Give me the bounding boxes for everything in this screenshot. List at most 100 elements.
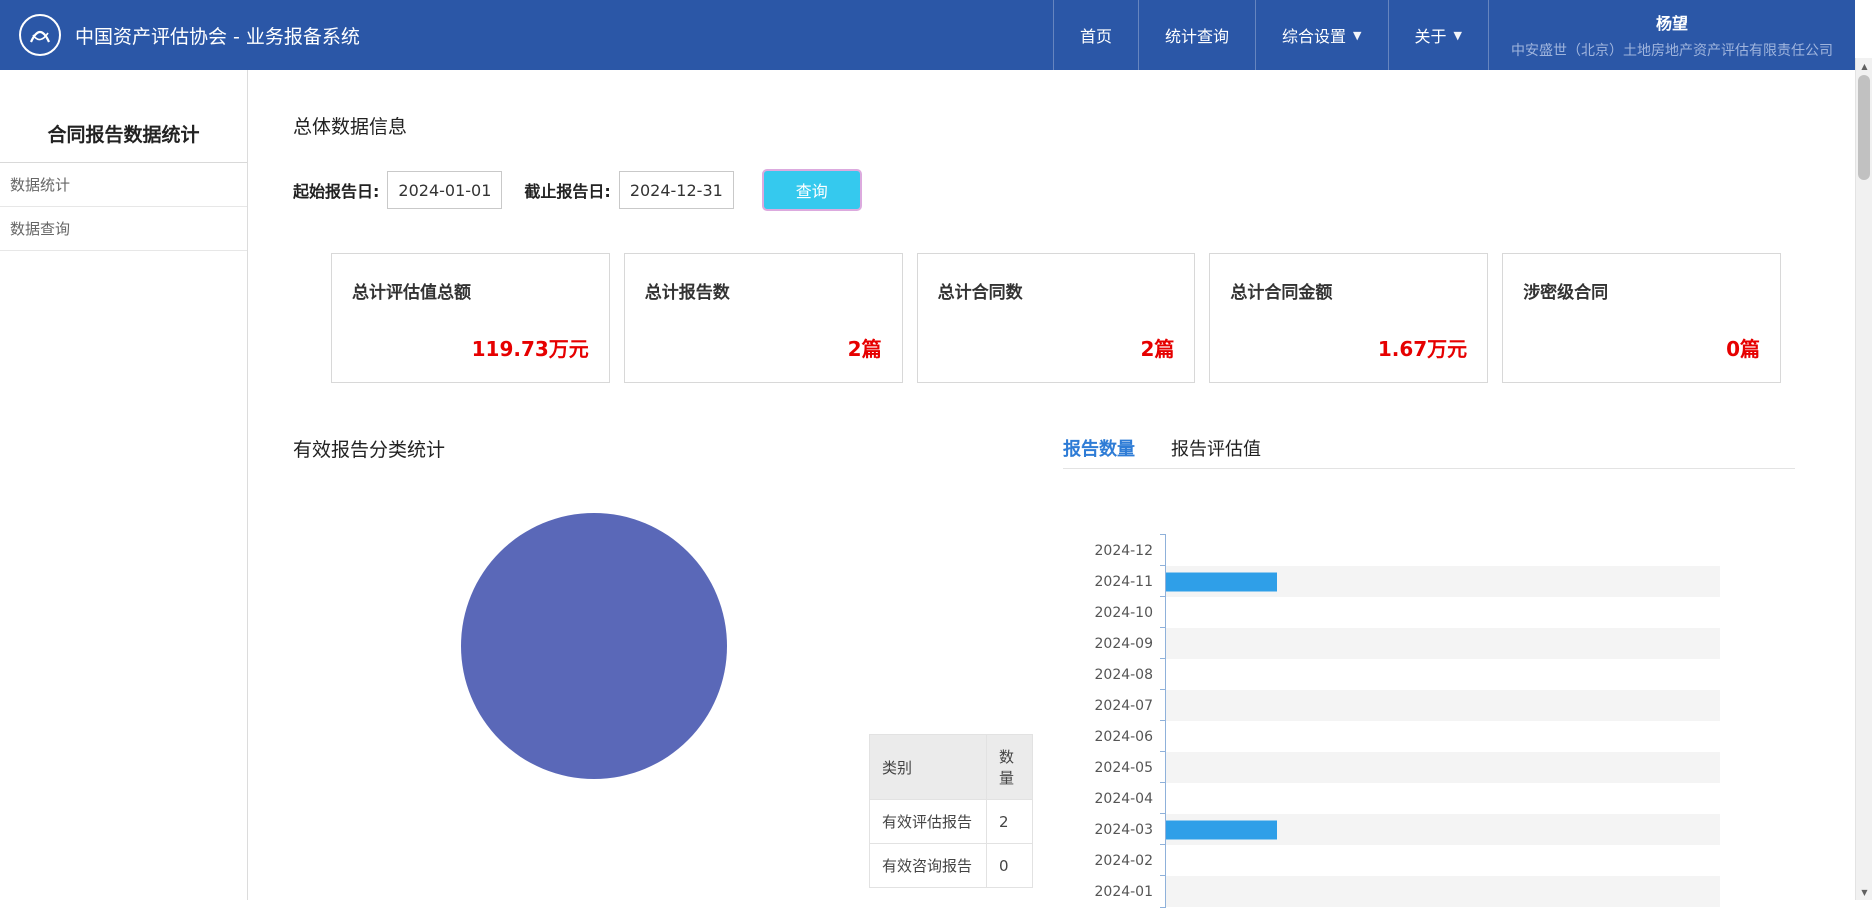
nav-item-label: 关于 <box>1414 27 1447 46</box>
user-company: 中安盛世（北京）土地房地产资产评估有限责任公司 <box>1511 43 1833 59</box>
bar-category-label: 2024-06 <box>1094 728 1154 745</box>
card-value: 2篇 <box>1140 337 1175 361</box>
card-confidential-contracts: 涉密级合同 0篇 <box>1502 253 1781 383</box>
bar <box>1166 572 1277 591</box>
app-title: 中国资产评估协会 - 业务报备系统 <box>75 25 360 48</box>
bar-category-label: 2024-05 <box>1094 759 1154 776</box>
bar-row: 2024-01 <box>1063 875 1720 908</box>
card-total-appraisal-value: 总计评估值总额 119.73万元 <box>331 253 610 383</box>
chart-tabs: 报告数量 报告评估值 <box>1063 435 1795 469</box>
pie-chart <box>461 513 727 779</box>
bar-track <box>1160 565 1720 597</box>
end-date-label: 截止报告日: <box>524 182 611 201</box>
bar-row: 2024-07 <box>1063 689 1720 721</box>
bar-row: 2024-03 <box>1063 813 1720 845</box>
bar-category-label: 2024-09 <box>1094 635 1154 652</box>
category-table: 类别 数量 有效评估报告 2 有效咨询报告 0 <box>869 734 1033 888</box>
chevron-down-icon: ▼ <box>1353 28 1362 42</box>
scrollbar-thumb[interactable] <box>1858 75 1870 180</box>
filter-bar: 起始报告日: 截止报告日: 查询 <box>293 169 1855 211</box>
card-total-reports: 总计报告数 2篇 <box>623 253 903 383</box>
scrollbar-track[interactable]: ▲ ▼ <box>1855 58 1872 900</box>
bar-track <box>1160 751 1720 783</box>
card-value: 0篇 <box>1726 337 1760 361</box>
bar-track <box>1160 782 1720 814</box>
bar-category-label: 2024-01 <box>1094 883 1154 900</box>
bar-category-label: 2024-08 <box>1094 666 1154 683</box>
bar-track <box>1160 534 1720 566</box>
category-cell: 有效咨询报告 <box>869 843 987 888</box>
bar <box>1166 820 1277 839</box>
scroll-up-icon[interactable]: ▲ <box>1856 58 1872 74</box>
card-value: 1.67万元 <box>1377 337 1468 361</box>
stat-cards: 总计评估值总额 119.73万元 总计报告数 2篇 总计合同数 2篇 总计合同金… <box>331 253 1781 383</box>
bar-row: 2024-02 <box>1063 844 1720 876</box>
start-date-label: 起始报告日: <box>293 182 380 201</box>
end-date-input[interactable] <box>618 171 734 209</box>
card-label: 总计报告数 <box>644 283 730 303</box>
page-layout: 合同报告数据统计 数据统计 数据查询 总体数据信息 起始报告日: 截止报告日: … <box>0 70 1855 908</box>
tab-report-value[interactable]: 报告评估值 <box>1171 435 1261 461</box>
count-cell: 0 <box>986 843 1033 888</box>
start-date-input[interactable] <box>387 171 503 209</box>
table-header-row: 类别 数量 <box>869 734 1033 800</box>
bar-track <box>1160 689 1720 721</box>
bar-category-label: 2024-03 <box>1094 821 1154 838</box>
bar-track <box>1160 813 1720 845</box>
category-cell: 有效评估报告 <box>869 799 987 844</box>
bar-category-label: 2024-12 <box>1094 542 1154 559</box>
bar-row: 2024-11 <box>1063 565 1720 597</box>
logo-icon <box>18 13 62 57</box>
bar-track <box>1160 658 1720 690</box>
scrollbar[interactable]: ▲ ▼ <box>1855 0 1872 900</box>
count-cell: 2 <box>986 799 1033 844</box>
table-row: 有效评估报告 2 <box>869 799 1033 844</box>
bar-row: 2024-10 <box>1063 596 1720 628</box>
query-button[interactable]: 查询 <box>761 169 862 211</box>
bar-track <box>1160 844 1720 876</box>
table-row: 有效咨询报告 0 <box>869 843 1033 888</box>
chevron-down-icon: ▼ <box>1453 28 1462 42</box>
bar-category-label: 2024-04 <box>1094 790 1154 807</box>
nav-item-label: 统计查询 <box>1165 27 1230 46</box>
bar-row: 2024-04 <box>1063 782 1720 814</box>
nav-item-settings[interactable]: 综合设置 ▼ <box>1255 0 1387 70</box>
card-total-contracts: 总计合同数 2篇 <box>916 253 1196 383</box>
card-total-contract-amount: 总计合同金额 1.67万元 <box>1209 253 1489 383</box>
card-value: 2篇 <box>847 337 882 361</box>
nav-item-stats-query[interactable]: 统计查询 <box>1138 0 1255 70</box>
sidebar-title: 合同报告数据统计 <box>0 120 247 163</box>
sidebar-item-data-stats[interactable]: 数据统计 <box>0 163 247 207</box>
sidebar: 合同报告数据统计 数据统计 数据查询 <box>0 70 248 900</box>
nav-item-about[interactable]: 关于 ▼ <box>1387 0 1488 70</box>
top-navbar: 中国资产评估协会 - 业务报备系统 首页 统计查询 综合设置 ▼ 关于 ▼ 杨望… <box>0 0 1855 70</box>
card-label: 涉密级合同 <box>1523 283 1609 303</box>
bar-row: 2024-08 <box>1063 658 1720 690</box>
card-label: 总计合同金额 <box>1230 283 1333 303</box>
scroll-down-icon[interactable]: ▼ <box>1856 884 1872 900</box>
bar-category-label: 2024-10 <box>1094 604 1154 621</box>
bar-track <box>1160 720 1720 752</box>
sidebar-item-data-query[interactable]: 数据查询 <box>0 207 247 251</box>
charts-row: 有效报告分类统计 类别 数量 有效评估报告 2 有效咨询报告 0 报告数量 报告… <box>293 435 1855 908</box>
bar-row: 2024-09 <box>1063 627 1720 659</box>
column-header-count: 数量 <box>986 734 1033 800</box>
pie-section: 有效报告分类统计 类别 数量 有效评估报告 2 有效咨询报告 0 <box>293 435 1063 907</box>
main-nav: 首页 统计查询 综合设置 ▼ 关于 ▼ <box>1053 0 1488 70</box>
nav-item-home[interactable]: 首页 <box>1053 0 1138 70</box>
column-header-category: 类别 <box>869 734 987 800</box>
bar-category-label: 2024-02 <box>1094 852 1154 869</box>
bar-track <box>1160 875 1720 908</box>
bar-category-label: 2024-11 <box>1094 573 1154 590</box>
bar-row: 2024-12 <box>1063 534 1720 566</box>
brand: 中国资产评估协会 - 业务报备系统 <box>18 0 360 70</box>
bar-section: 报告数量 报告评估值 2024-12 2024-11 2024-10 2024-09 2… <box>1063 435 1855 908</box>
user-info: 杨望 中安盛世（北京）土地房地产资产评估有限责任公司 <box>1488 0 1855 70</box>
tab-report-count[interactable]: 报告数量 <box>1063 435 1135 461</box>
bar-row: 2024-06 <box>1063 720 1720 752</box>
main-content: 总体数据信息 起始报告日: 截止报告日: 查询 总计评估值总额 119.73万元… <box>248 70 1855 908</box>
pie-chart-title: 有效报告分类统计 <box>293 439 446 461</box>
user-name: 杨望 <box>1655 14 1688 33</box>
bar-track <box>1160 596 1720 628</box>
nav-item-label: 首页 <box>1080 27 1113 46</box>
